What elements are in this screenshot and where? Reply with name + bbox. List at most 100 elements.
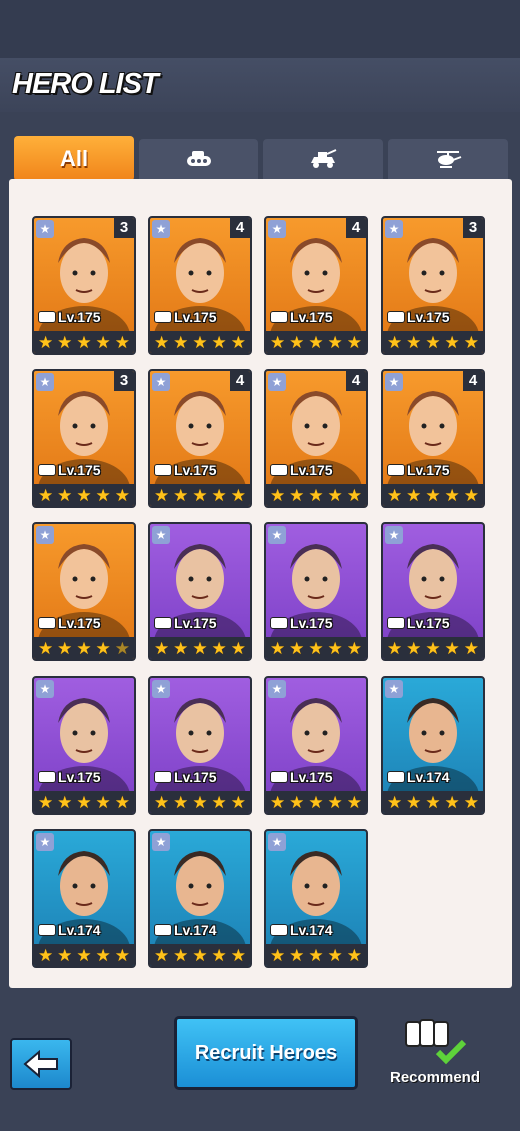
hero-card[interactable]: ★ Lv.175 ★ ★ ★ ★ ★ (264, 522, 368, 661)
star-icon: ★ (444, 792, 460, 812)
star-icon: ★ (114, 792, 130, 812)
hero-card[interactable]: ★ Lv.175 ★ ★ ★ ★ ★ (381, 522, 485, 661)
star-icon: ★ (346, 332, 362, 352)
hero-stars: ★ ★ ★ ★ ★ (266, 944, 366, 966)
star-icon: ★ (76, 638, 92, 658)
hero-level-text: Lv.175 (58, 769, 101, 785)
hero-card[interactable]: ★ Lv.174 ★ ★ ★ ★ ★ (264, 829, 368, 968)
hero-card[interactable]: ★ 3 Lv.175 ★ ★ ★ ★ ★ (32, 216, 136, 355)
star-icon: ★ (37, 638, 54, 658)
star-icon: ★ (211, 485, 227, 505)
hero-level: Lv.175 (38, 462, 101, 478)
back-button[interactable] (10, 1038, 72, 1090)
armored-vehicle-icon (387, 464, 405, 476)
rarity-badge-icon: ★ (36, 373, 54, 391)
hero-stars: ★ ★ ★ ★ ★ (34, 331, 134, 353)
hero-card[interactable]: ★ Lv.174 ★ ★ ★ ★ ★ (381, 676, 485, 815)
star-icon: ★ (173, 638, 189, 658)
star-icon: ★ (192, 945, 208, 965)
hero-stars: ★ ★ ★ ★ ★ (34, 484, 134, 506)
rarity-badge-icon: ★ (385, 220, 403, 238)
armored-vehicle-icon (311, 149, 337, 168)
hero-card[interactable]: ★ Lv.175 ★ ★ ★ ★ ★ (32, 522, 136, 661)
star-icon: ★ (192, 332, 208, 352)
hero-card[interactable]: ★ Lv.175 ★ ★ ★ ★ ★ (148, 676, 252, 815)
star-icon: ★ (386, 638, 403, 658)
hero-level: Lv.175 (387, 309, 450, 325)
star-icon: ★ (211, 638, 227, 658)
tab-helicopter[interactable] (388, 139, 508, 179)
armored-vehicle-icon (38, 617, 56, 629)
hero-level-text: Lv.174 (407, 769, 450, 785)
hero-level: Lv.175 (270, 309, 333, 325)
hero-rank: 4 (346, 218, 366, 238)
star-icon: ★ (269, 792, 286, 812)
tab-all[interactable]: All (14, 136, 134, 181)
star-icon: ★ (95, 638, 111, 658)
hero-level: Lv.175 (38, 309, 101, 325)
star-icon: ★ (114, 945, 130, 965)
star-icon: ★ (76, 485, 92, 505)
star-icon: ★ (308, 945, 324, 965)
helicopter-icon (38, 311, 56, 323)
star-icon: ★ (57, 332, 73, 352)
star-icon: ★ (463, 792, 479, 812)
hero-level-text: Lv.175 (290, 309, 333, 325)
rarity-badge-icon: ★ (36, 833, 54, 851)
star-icon: ★ (114, 332, 130, 352)
star-icon: ★ (444, 332, 460, 352)
hero-card[interactable]: ★ Lv.174 ★ ★ ★ ★ ★ (32, 829, 136, 968)
rarity-badge-icon: ★ (268, 680, 286, 698)
star-icon: ★ (192, 485, 208, 505)
hero-card[interactable]: ★ 4 Lv.175 ★ ★ ★ ★ ★ (264, 216, 368, 355)
star-icon: ★ (57, 485, 73, 505)
hero-card[interactable]: ★ 3 Lv.175 ★ ★ ★ ★ ★ (381, 216, 485, 355)
tank-icon (154, 617, 172, 629)
tab-armored-vehicle[interactable] (263, 139, 383, 179)
star-icon: ★ (230, 945, 246, 965)
hero-stars: ★ ★ ★ ★ ★ (266, 791, 366, 813)
hero-card[interactable]: ★ 3 Lv.175 ★ ★ ★ ★ ★ (32, 369, 136, 508)
star-icon: ★ (76, 792, 92, 812)
hero-level-text: Lv.175 (174, 309, 217, 325)
hero-card[interactable]: ★ Lv.174 ★ ★ ★ ★ ★ (148, 829, 252, 968)
hero-level-text: Lv.175 (290, 615, 333, 631)
hero-level: Lv.175 (387, 615, 450, 631)
hero-card[interactable]: ★ 4 Lv.175 ★ ★ ★ ★ ★ (148, 216, 252, 355)
hero-card[interactable]: ★ Lv.175 ★ ★ ★ ★ ★ (32, 676, 136, 815)
hero-card[interactable]: ★ 4 Lv.175 ★ ★ ★ ★ ★ (148, 369, 252, 508)
hero-card[interactable]: ★ 4 Lv.175 ★ ★ ★ ★ ★ (264, 369, 368, 508)
rarity-badge-icon: ★ (268, 373, 286, 391)
star-icon: ★ (386, 332, 403, 352)
hero-card[interactable]: ★ Lv.175 ★ ★ ★ ★ ★ (148, 522, 252, 661)
rarity-badge-icon: ★ (152, 220, 170, 238)
recommend-icon (405, 1019, 467, 1065)
hero-card[interactable]: ★ Lv.175 ★ ★ ★ ★ ★ (264, 676, 368, 815)
hero-level: Lv.174 (387, 769, 450, 785)
tab-tank[interactable] (139, 139, 258, 179)
hero-level: Lv.174 (38, 922, 101, 938)
hero-card[interactable]: ★ 4 Lv.175 ★ ★ ★ ★ ★ (381, 369, 485, 508)
star-icon: ★ (346, 945, 362, 965)
hero-level: Lv.174 (270, 922, 333, 938)
hero-level: Lv.175 (154, 309, 217, 325)
star-icon: ★ (76, 332, 92, 352)
recommend-button[interactable]: Recommend (388, 1016, 482, 1086)
helicopter-icon (38, 464, 56, 476)
star-icon: ★ (95, 792, 111, 812)
tank-icon (270, 311, 288, 323)
recruit-heroes-button[interactable]: Recruit Heroes (174, 1016, 358, 1090)
helicopter-icon (387, 311, 405, 323)
star-icon: ★ (406, 332, 422, 352)
armored-vehicle-icon (270, 924, 288, 936)
hero-stars: ★ ★ ★ ★ ★ (266, 484, 366, 506)
star-icon: ★ (386, 792, 403, 812)
star-icon: ★ (230, 332, 246, 352)
hero-stars: ★ ★ ★ ★ ★ (34, 791, 134, 813)
hero-stars: ★ ★ ★ ★ ★ (383, 484, 483, 506)
star-icon: ★ (95, 332, 111, 352)
star-icon: ★ (76, 945, 92, 965)
hero-level-text: Lv.175 (407, 462, 450, 478)
hero-rank: 3 (114, 218, 134, 238)
star-icon: ★ (192, 792, 208, 812)
